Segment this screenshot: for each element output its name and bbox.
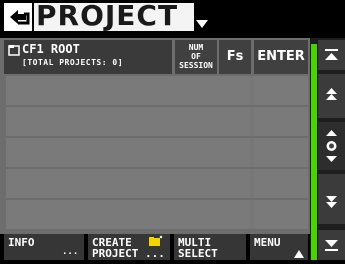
header-num-of-session[interactable]: NUM OF SESSION (175, 40, 217, 74)
menu-label: MENU (254, 236, 281, 249)
back-button[interactable] (4, 3, 32, 31)
scroll-track[interactable] (311, 44, 317, 260)
folder-icon (8, 45, 20, 56)
scroll-page-down-button[interactable] (318, 174, 345, 224)
info-label: INFO (8, 236, 35, 249)
table-row[interactable] (6, 200, 308, 229)
header-project-name[interactable]: CF1 ROOT [TOTAL PROJECTS: 0] (4, 40, 172, 74)
table-row[interactable] (6, 107, 308, 136)
row-enter-cell (254, 138, 308, 167)
num-label: NUM (188, 43, 204, 52)
root-label: CF1 ROOT (22, 42, 80, 56)
enter-label: ENTER (257, 49, 305, 64)
row-enter-cell (254, 107, 308, 136)
multi-select-button[interactable]: MULTI SELECT (174, 234, 246, 260)
row-name-cell (6, 76, 250, 105)
scroll-thumb[interactable] (318, 122, 345, 170)
page-title: PROJECT (36, 0, 179, 32)
create-project-label: PROJECT ... (92, 247, 165, 260)
info-button[interactable]: INFO ... (4, 234, 84, 260)
triangle-up-icon (294, 250, 304, 258)
row-name-cell (6, 138, 250, 167)
row-name-cell (6, 107, 250, 136)
create-project-button[interactable]: CREATE PROJECT ... (88, 234, 170, 260)
triangle-down-icon (196, 20, 208, 28)
row-name-cell (6, 169, 250, 198)
menu-button[interactable]: MENU (250, 234, 308, 260)
fs-label: Fs (226, 49, 244, 64)
jump-to-top-icon (325, 49, 338, 60)
scroll-wheel-icon (326, 130, 337, 162)
new-folder-icon (149, 235, 163, 246)
row-name-cell (6, 200, 250, 229)
scroll-top-button[interactable] (318, 40, 345, 70)
row-enter-cell (254, 200, 308, 229)
title-dropdown[interactable] (195, 16, 209, 30)
row-enter-cell (254, 76, 308, 105)
jump-to-bottom-icon (325, 240, 338, 251)
of-label: OF (191, 52, 201, 61)
table-row[interactable] (6, 138, 308, 167)
scroll-bottom-button[interactable] (318, 230, 345, 260)
scroll-page-up-button[interactable] (318, 74, 345, 118)
return-arrow-icon (10, 10, 30, 25)
table-row[interactable] (6, 76, 308, 105)
double-chevron-down-icon (326, 196, 337, 208)
table-row[interactable] (6, 169, 308, 198)
header-fs[interactable]: Fs (219, 40, 251, 74)
double-chevron-up-icon (326, 88, 337, 100)
select-label: SELECT (178, 247, 218, 260)
total-projects-label: [TOTAL PROJECTS: 0] (22, 58, 124, 67)
row-enter-cell (254, 169, 308, 198)
header-enter[interactable]: ENTER (254, 40, 308, 74)
info-ellipsis: ... (62, 247, 79, 257)
session-label: SESSION (179, 61, 213, 70)
